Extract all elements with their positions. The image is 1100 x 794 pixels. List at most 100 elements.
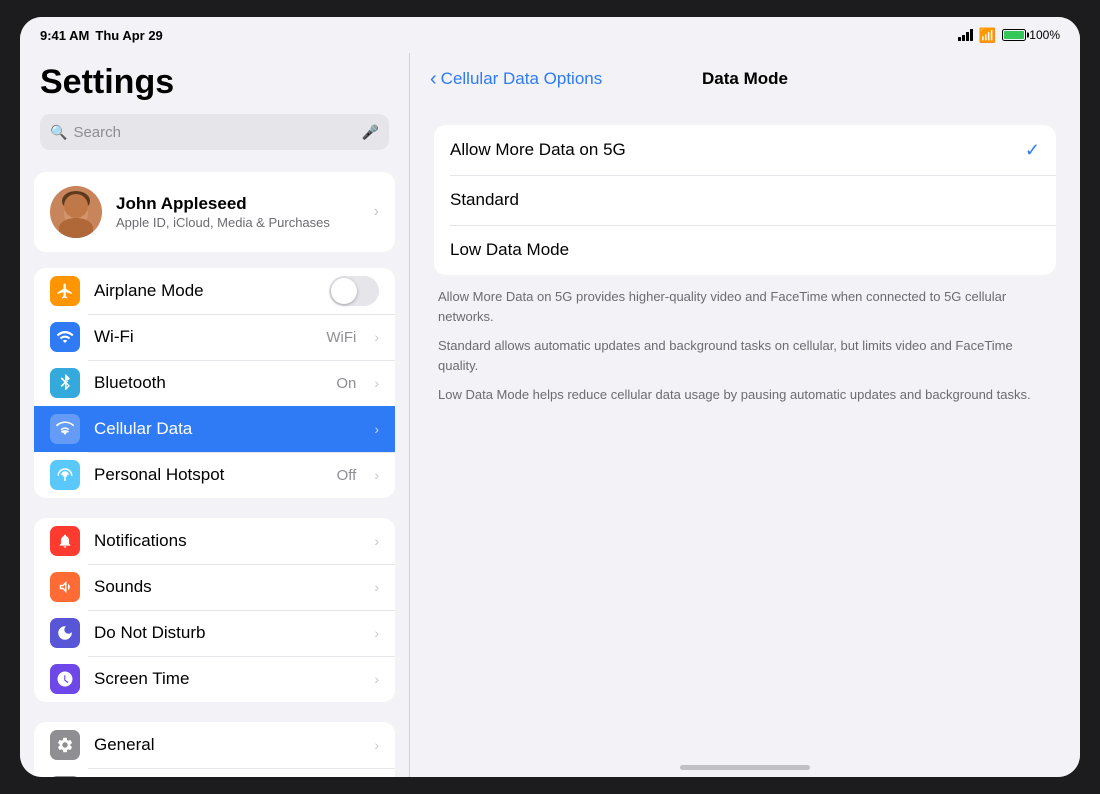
general-group: General › Control Center › — [34, 722, 395, 777]
hotspot-svg — [56, 466, 74, 484]
sidebar-item-donotdisturb[interactable]: Do Not Disturb › — [34, 610, 395, 656]
donotdisturb-chevron-icon: › — [374, 625, 379, 641]
donotdisturb-label: Do Not Disturb — [94, 623, 356, 643]
hotspot-value: Off — [337, 467, 357, 484]
sidebar-item-cellular[interactable]: Cellular Data › — [34, 406, 395, 452]
home-bar — [680, 765, 810, 770]
option-low-data[interactable]: Low Data Mode — [434, 225, 1056, 275]
airplane-svg — [56, 282, 74, 300]
sidebar-item-notifications[interactable]: Notifications › — [34, 518, 395, 564]
option-allow-more[interactable]: Allow More Data on 5G ✓ — [434, 125, 1056, 175]
back-chevron-icon: ‹ — [430, 68, 437, 91]
profile-subtitle: Apple ID, iCloud, Media & Purchases — [116, 215, 360, 230]
sidebar-item-sounds[interactable]: Sounds › — [34, 564, 395, 610]
sidebar-item-general[interactable]: General › — [34, 722, 395, 768]
wifi-settings-icon — [50, 322, 80, 352]
hotspot-label: Personal Hotspot — [94, 465, 323, 485]
battery-indicator: 100% — [1002, 28, 1060, 42]
sidebar: Settings 🔍 🎤 — [20, 53, 410, 777]
back-label: Cellular Data Options — [441, 69, 603, 89]
cellular-label: Cellular Data — [94, 419, 356, 439]
status-date: Thu Apr 29 — [95, 28, 162, 43]
controlcenter-icon — [50, 776, 80, 777]
back-button[interactable]: ‹ Cellular Data Options — [430, 68, 602, 91]
profile-chevron-icon: › — [374, 203, 379, 221]
network-group: Airplane Mode Wi-Fi WiFi — [34, 268, 395, 498]
sidebar-item-bluetooth[interactable]: Bluetooth On › — [34, 360, 395, 406]
sidebar-item-wifi[interactable]: Wi-Fi WiFi › — [34, 314, 395, 360]
avatar-svg — [50, 186, 102, 238]
sidebar-header: Settings 🔍 🎤 — [20, 53, 409, 164]
settings-title: Settings — [40, 63, 389, 102]
hotspot-icon — [50, 460, 80, 490]
donotdisturb-icon — [50, 618, 80, 648]
screentime-icon — [50, 664, 80, 694]
airplane-label: Airplane Mode — [94, 281, 315, 301]
battery-fill — [1004, 31, 1024, 39]
general-chevron-icon: › — [374, 737, 379, 753]
notifications-icon — [50, 526, 80, 556]
sounds-label: Sounds — [94, 577, 356, 597]
profile-name: John Appleseed — [116, 194, 360, 214]
description-low-data: Low Data Mode helps reduce cellular data… — [438, 385, 1052, 405]
description-block: Allow More Data on 5G provides higher-qu… — [434, 287, 1056, 405]
option-allow-more-label: Allow More Data on 5G — [450, 140, 1011, 160]
battery-bar — [1002, 29, 1026, 41]
search-icon: 🔍 — [50, 124, 67, 141]
mic-icon[interactable]: 🎤 — [362, 124, 379, 141]
bluetooth-value: On — [336, 375, 356, 392]
profile-card[interactable]: John Appleseed Apple ID, iCloud, Media &… — [34, 172, 395, 252]
airplane-toggle[interactable] — [329, 276, 379, 306]
data-mode-options: Allow More Data on 5G ✓ Standard Low Dat… — [434, 125, 1056, 275]
wifi-icon: 📶 — [979, 27, 996, 44]
screentime-label: Screen Time — [94, 669, 356, 689]
general-svg — [56, 736, 74, 754]
option-low-data-label: Low Data Mode — [450, 240, 1040, 260]
search-input[interactable] — [73, 124, 355, 141]
wifi-svg — [56, 328, 74, 346]
cellular-icon — [50, 414, 80, 444]
notification-section: Notifications › Sounds › — [34, 518, 395, 702]
network-section: Airplane Mode Wi-Fi WiFi — [34, 268, 395, 498]
profile-info: John Appleseed Apple ID, iCloud, Media &… — [116, 194, 360, 230]
general-icon — [50, 730, 80, 760]
battery-pct: 100% — [1029, 28, 1060, 42]
screentime-svg — [56, 670, 74, 688]
sounds-icon — [50, 572, 80, 602]
search-bar[interactable]: 🔍 🎤 — [40, 114, 389, 150]
notifications-svg — [57, 532, 73, 550]
sidebar-item-controlcenter[interactable]: Control Center › — [34, 768, 395, 777]
notifications-chevron-icon: › — [374, 533, 379, 549]
bluetooth-chevron-icon: › — [374, 375, 379, 391]
option-standard[interactable]: Standard — [434, 175, 1056, 225]
airplane-icon — [50, 276, 80, 306]
screentime-chevron-icon: › — [374, 671, 379, 687]
status-time: 9:41 AM — [40, 28, 89, 43]
ipad-frame: 9:41 AM Thu Apr 29 📶 100% — [20, 17, 1080, 777]
status-right: 📶 100% — [958, 27, 1060, 44]
bluetooth-icon — [50, 368, 80, 398]
detail-panel: ‹ Cellular Data Options Data Mode Allow … — [410, 53, 1080, 777]
sidebar-item-hotspot[interactable]: Personal Hotspot Off › — [34, 452, 395, 498]
bluetooth-svg — [58, 374, 72, 392]
cellular-svg — [56, 420, 74, 438]
notifications-label: Notifications — [94, 531, 356, 551]
toggle-knob — [331, 278, 357, 304]
description-allow-more: Allow More Data on 5G provides higher-qu… — [438, 287, 1052, 326]
description-standard: Standard allows automatic updates and ba… — [438, 336, 1052, 375]
detail-content: Allow More Data on 5G ✓ Standard Low Dat… — [410, 105, 1080, 757]
sidebar-item-airplane[interactable]: Airplane Mode — [34, 268, 395, 314]
detail-title: Data Mode — [702, 69, 788, 89]
option-standard-label: Standard — [450, 190, 1040, 210]
checkmark-icon: ✓ — [1025, 140, 1040, 161]
bluetooth-label: Bluetooth — [94, 373, 322, 393]
wifi-chevron-icon: › — [374, 329, 379, 345]
wifi-value: WiFi — [326, 329, 356, 346]
wifi-label: Wi-Fi — [94, 327, 312, 347]
signal-icon — [958, 29, 973, 41]
sounds-chevron-icon: › — [374, 579, 379, 595]
home-indicator — [410, 757, 1080, 777]
status-bar: 9:41 AM Thu Apr 29 📶 100% — [20, 17, 1080, 53]
sounds-svg — [56, 578, 74, 596]
sidebar-item-screentime[interactable]: Screen Time › — [34, 656, 395, 702]
